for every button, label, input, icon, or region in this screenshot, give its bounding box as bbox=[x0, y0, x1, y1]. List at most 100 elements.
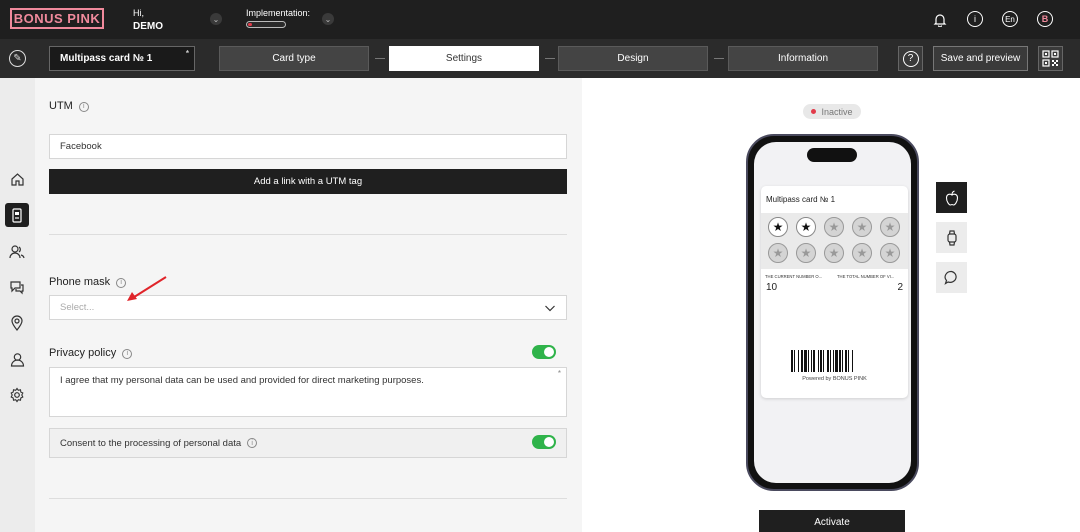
barcode-bar bbox=[798, 350, 799, 372]
stamp-star-icon: ★ bbox=[880, 243, 900, 263]
stamp-star-icon: ★ bbox=[768, 243, 788, 263]
info-icon[interactable]: i bbox=[78, 101, 89, 112]
stamp-star-icon: ★ bbox=[824, 217, 844, 237]
implementation-label: Implementation: bbox=[246, 8, 311, 18]
privacy-policy-text: I agree that my personal data can be use… bbox=[60, 375, 424, 386]
phone-mask-label: Phone mask i bbox=[49, 276, 127, 288]
barcode-bar bbox=[845, 350, 847, 372]
settings-icon[interactable] bbox=[5, 383, 29, 407]
chevron-down-icon bbox=[545, 305, 555, 312]
phone-mask-placeholder: Select... bbox=[60, 302, 95, 313]
wallet-card: Multipass card № 1 ★ ★ ★ ★ ★ ★ ★ ★ ★ ★ THE CURREN… bbox=[761, 186, 908, 398]
annotation-arrow-icon bbox=[127, 276, 167, 301]
stamp-grid: ★ ★ ★ ★ ★ ★ ★ ★ ★ ★ bbox=[761, 213, 908, 269]
barcode-bar bbox=[801, 350, 803, 372]
privacy-policy-toggle[interactable] bbox=[532, 345, 556, 359]
apple-platform-button[interactable] bbox=[936, 182, 967, 213]
user-icon[interactable] bbox=[5, 347, 29, 371]
barcode-bar bbox=[813, 350, 815, 372]
barcode-bar bbox=[839, 350, 841, 372]
step-separator bbox=[545, 58, 555, 59]
phone-screen: Multipass card № 1 ★ ★ ★ ★ ★ ★ ★ ★ ★ ★ THE CURREN… bbox=[754, 142, 911, 483]
barcode-bar bbox=[833, 350, 834, 372]
card-name-field[interactable]: Multipass card № 1 * bbox=[49, 46, 195, 71]
tab-information[interactable]: Information bbox=[728, 46, 878, 71]
barcode-bar bbox=[835, 350, 838, 372]
stamp-star-icon: ★ bbox=[852, 243, 872, 263]
consent-row: Consent to the processing of personal da… bbox=[49, 428, 567, 458]
barcode-bar bbox=[818, 350, 819, 372]
question-icon: ? bbox=[902, 50, 919, 67]
barcode-bar bbox=[808, 350, 809, 372]
implementation-progress-fill bbox=[248, 23, 253, 26]
watch-platform-button[interactable] bbox=[936, 222, 967, 253]
user-menu-chevron-icon[interactable]: ⌄ bbox=[210, 13, 222, 25]
tab-design[interactable]: Design bbox=[558, 46, 708, 71]
stamp-star-icon: ★ bbox=[852, 217, 872, 237]
barcode-bar bbox=[804, 350, 807, 372]
info-icon[interactable]: i bbox=[247, 438, 258, 448]
powered-by-text: Powered by BONUS PINK bbox=[802, 376, 867, 382]
stamp-star-icon: ★ bbox=[824, 243, 844, 263]
barcode-bar bbox=[794, 350, 795, 372]
user-greeting[interactable]: Hi, DEMO bbox=[133, 8, 163, 32]
language-icon[interactable]: En bbox=[1002, 11, 1018, 27]
tab-settings[interactable]: Settings bbox=[389, 46, 539, 71]
home-icon[interactable] bbox=[5, 167, 29, 191]
add-utm-link-button[interactable]: Add a link with a UTM tag bbox=[49, 169, 567, 194]
watch-icon bbox=[946, 229, 957, 246]
barcode-bar bbox=[848, 350, 849, 372]
activate-button[interactable]: Activate bbox=[759, 510, 905, 532]
privacy-policy-label-text: Privacy policy bbox=[49, 347, 117, 359]
info-icon[interactable]: i bbox=[967, 11, 983, 27]
total-number-label: THE TOTAL NUMBER OF VI... bbox=[837, 274, 895, 279]
status-text: Inactive bbox=[821, 106, 853, 117]
message-icon bbox=[944, 270, 957, 285]
privacy-policy-label: Privacy policy i bbox=[49, 347, 133, 359]
qr-code-icon bbox=[1042, 50, 1059, 67]
settings-panel: UTM i Facebook Add a link with a UTM tag … bbox=[35, 78, 582, 532]
clients-icon[interactable] bbox=[5, 239, 29, 263]
apple-icon bbox=[945, 189, 958, 206]
stamp-star-icon: ★ bbox=[796, 217, 816, 237]
message-platform-button[interactable] bbox=[936, 262, 967, 293]
stamp-star-icon: ★ bbox=[796, 243, 816, 263]
privacy-policy-textarea[interactable]: I agree that my personal data can be use… bbox=[49, 367, 567, 417]
utm-label: UTM i bbox=[49, 100, 89, 112]
current-number-label: THE CURRENT NUMBER O... bbox=[765, 274, 823, 279]
section-divider bbox=[49, 234, 567, 235]
help-button[interactable]: ? bbox=[898, 46, 923, 71]
current-number-value: 10 bbox=[766, 282, 778, 293]
sidebar bbox=[0, 78, 35, 532]
info-icon[interactable]: i bbox=[122, 348, 133, 359]
card-icon[interactable] bbox=[5, 203, 29, 227]
tab-card-type[interactable]: Card type bbox=[219, 46, 369, 71]
consent-label: Consent to the processing of personal da… bbox=[60, 437, 242, 449]
barcode-bar bbox=[842, 350, 843, 372]
barcode-bar bbox=[830, 350, 831, 372]
status-badge: Inactive bbox=[803, 104, 861, 119]
edit-icon[interactable]: ✎ bbox=[9, 50, 26, 67]
user-name: DEMO bbox=[133, 21, 163, 32]
total-number-value: 2 bbox=[897, 282, 903, 293]
toolbar: ✎ Multipass card № 1 * Card type Setting… bbox=[0, 39, 1080, 78]
required-mark: * bbox=[185, 49, 189, 58]
utm-label-text: UTM bbox=[49, 100, 73, 112]
barcode-bar bbox=[811, 350, 812, 372]
chat-icon[interactable] bbox=[5, 275, 29, 299]
stamp-star-icon: ★ bbox=[880, 217, 900, 237]
utm-source-input[interactable]: Facebook bbox=[49, 134, 567, 159]
barcode-bar bbox=[820, 350, 822, 372]
qr-code-button[interactable] bbox=[1038, 46, 1063, 71]
brand-logo[interactable]: BONUS PINK bbox=[10, 8, 104, 29]
location-icon[interactable] bbox=[5, 311, 29, 335]
implementation-progress bbox=[246, 21, 286, 28]
phone-notch bbox=[807, 148, 857, 162]
bell-icon[interactable] bbox=[932, 11, 948, 27]
implementation-chevron-icon[interactable]: ⌄ bbox=[322, 13, 334, 25]
user-avatar-icon[interactable]: B bbox=[1037, 11, 1053, 27]
required-mark: * bbox=[557, 369, 561, 378]
consent-toggle[interactable] bbox=[532, 435, 556, 449]
save-and-preview-button[interactable]: Save and preview bbox=[933, 46, 1028, 71]
step-separator bbox=[375, 58, 385, 59]
